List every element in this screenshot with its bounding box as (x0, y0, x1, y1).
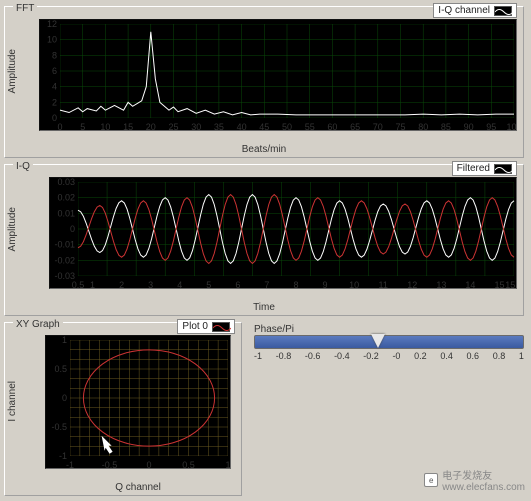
svg-text:0: 0 (62, 393, 67, 403)
xy-plot[interactable]: -1 -0.5 0 0.5 1 -1 -0.5 0 0.5 1 (45, 335, 231, 469)
phase-track[interactable] (254, 335, 524, 349)
iq-title: I-Q (13, 161, 33, 172)
xy-title: XY Graph (13, 319, 63, 330)
fft-panel: FFT I-Q channel Amplitude 05101520253035… (4, 6, 524, 158)
xy-legend[interactable]: Plot 0 (177, 319, 235, 334)
svg-text:8: 8 (52, 50, 57, 60)
svg-text:75: 75 (395, 122, 405, 131)
svg-text:45: 45 (259, 122, 269, 131)
svg-text:1: 1 (62, 335, 67, 345)
svg-text:-0.02: -0.02 (54, 255, 75, 265)
xy-xlabel: Q channel (35, 482, 241, 493)
svg-text:-0.03: -0.03 (54, 271, 75, 281)
svg-text:50: 50 (282, 122, 292, 131)
svg-text:0.01: 0.01 (57, 208, 75, 218)
svg-text:4: 4 (52, 82, 57, 92)
svg-text:9: 9 (323, 280, 328, 289)
svg-text:6: 6 (235, 280, 240, 289)
svg-text:-1: -1 (66, 460, 74, 469)
svg-text:1: 1 (90, 280, 95, 289)
iq-xlabel: Time (5, 302, 523, 313)
phase-label: Phase/Pi (254, 324, 524, 335)
svg-text:0.02: 0.02 (57, 193, 75, 203)
svg-text:0.5: 0.5 (182, 460, 195, 469)
svg-text:15: 15 (494, 280, 504, 289)
svg-text:2: 2 (119, 280, 124, 289)
svg-text:25: 25 (168, 122, 178, 131)
svg-text:70: 70 (373, 122, 383, 131)
svg-text:15.5: 15.5 (505, 280, 517, 289)
watermark-line2: www.elecfans.com (442, 482, 525, 493)
watermark-line1: 电子发烧友 (442, 467, 525, 482)
fft-xlabel: Beats/min (5, 144, 523, 155)
svg-text:14: 14 (465, 280, 475, 289)
logo-icon: e (424, 473, 438, 487)
svg-text:0: 0 (52, 113, 57, 123)
wave-icon (212, 322, 230, 332)
svg-text:6: 6 (52, 66, 57, 76)
svg-text:-0.5: -0.5 (51, 422, 67, 432)
fft-legend[interactable]: I-Q channel (433, 3, 517, 18)
svg-text:12: 12 (407, 280, 417, 289)
iq-plot[interactable]: 0.512345678910111213141515.5-0.03-0.02-0… (49, 177, 517, 289)
svg-text:40: 40 (237, 122, 247, 131)
wave-icon (494, 164, 512, 174)
phase-thumb[interactable] (371, 334, 385, 348)
svg-text:60: 60 (327, 122, 337, 131)
svg-text:0.03: 0.03 (57, 177, 75, 187)
svg-text:85: 85 (441, 122, 451, 131)
xy-panel: XY Graph Plot 0 I channel -1-0.500.51-1-… (4, 322, 242, 496)
svg-text:5: 5 (80, 122, 85, 131)
svg-text:1: 1 (225, 460, 230, 469)
svg-text:-0.01: -0.01 (54, 240, 75, 250)
svg-text:0.5: 0.5 (54, 364, 67, 374)
fft-ylabel: Amplitude (7, 49, 18, 93)
svg-text:95: 95 (486, 122, 496, 131)
svg-text:30: 30 (191, 122, 201, 131)
svg-text:-1: -1 (59, 451, 67, 461)
svg-text:0: 0 (146, 460, 151, 469)
svg-text:35: 35 (214, 122, 224, 131)
svg-text:90: 90 (464, 122, 474, 131)
iq-legend-label: Filtered (457, 163, 490, 174)
svg-text:5: 5 (206, 280, 211, 289)
iq-legend[interactable]: Filtered (452, 161, 517, 176)
svg-text:11: 11 (379, 280, 388, 289)
watermark: e 电子发烧友 www.elecfans.com (424, 467, 525, 493)
iq-panel: I-Q Filtered Amplitude 0.512345678910111… (4, 164, 524, 316)
svg-text:65: 65 (350, 122, 360, 131)
svg-text:10: 10 (47, 35, 57, 45)
iq-ylabel: Amplitude (7, 207, 18, 251)
svg-text:0: 0 (70, 224, 75, 234)
xy-ylabel: I channel (7, 381, 18, 422)
wave-icon (494, 6, 512, 16)
svg-text:7: 7 (264, 280, 269, 289)
svg-text:0: 0 (57, 122, 62, 131)
fft-plot[interactable]: 0510152025303540455055606570758085909510… (39, 19, 517, 131)
svg-text:-0.5: -0.5 (102, 460, 118, 469)
svg-text:10: 10 (349, 280, 359, 289)
phase-slider[interactable]: Phase/Pi -1-0.8-0.6-0.4-0.2-00.20.40.60.… (254, 324, 524, 361)
svg-text:100: 100 (506, 122, 517, 131)
svg-text:80: 80 (418, 122, 428, 131)
phase-ticks: -1-0.8-0.6-0.4-0.2-00.20.40.60.81 (254, 351, 524, 361)
svg-text:10: 10 (100, 122, 110, 131)
fft-legend-label: I-Q channel (438, 5, 490, 16)
xy-legend-label: Plot 0 (182, 321, 208, 332)
svg-text:15: 15 (123, 122, 133, 131)
svg-text:12: 12 (47, 19, 57, 29)
svg-text:3: 3 (148, 280, 153, 289)
svg-text:0.5: 0.5 (72, 280, 85, 289)
svg-text:55: 55 (305, 122, 315, 131)
svg-text:20: 20 (146, 122, 156, 131)
svg-text:13: 13 (436, 280, 446, 289)
svg-text:2: 2 (52, 97, 57, 107)
svg-text:4: 4 (177, 280, 182, 289)
fft-title: FFT (13, 3, 37, 14)
svg-text:8: 8 (293, 280, 298, 289)
